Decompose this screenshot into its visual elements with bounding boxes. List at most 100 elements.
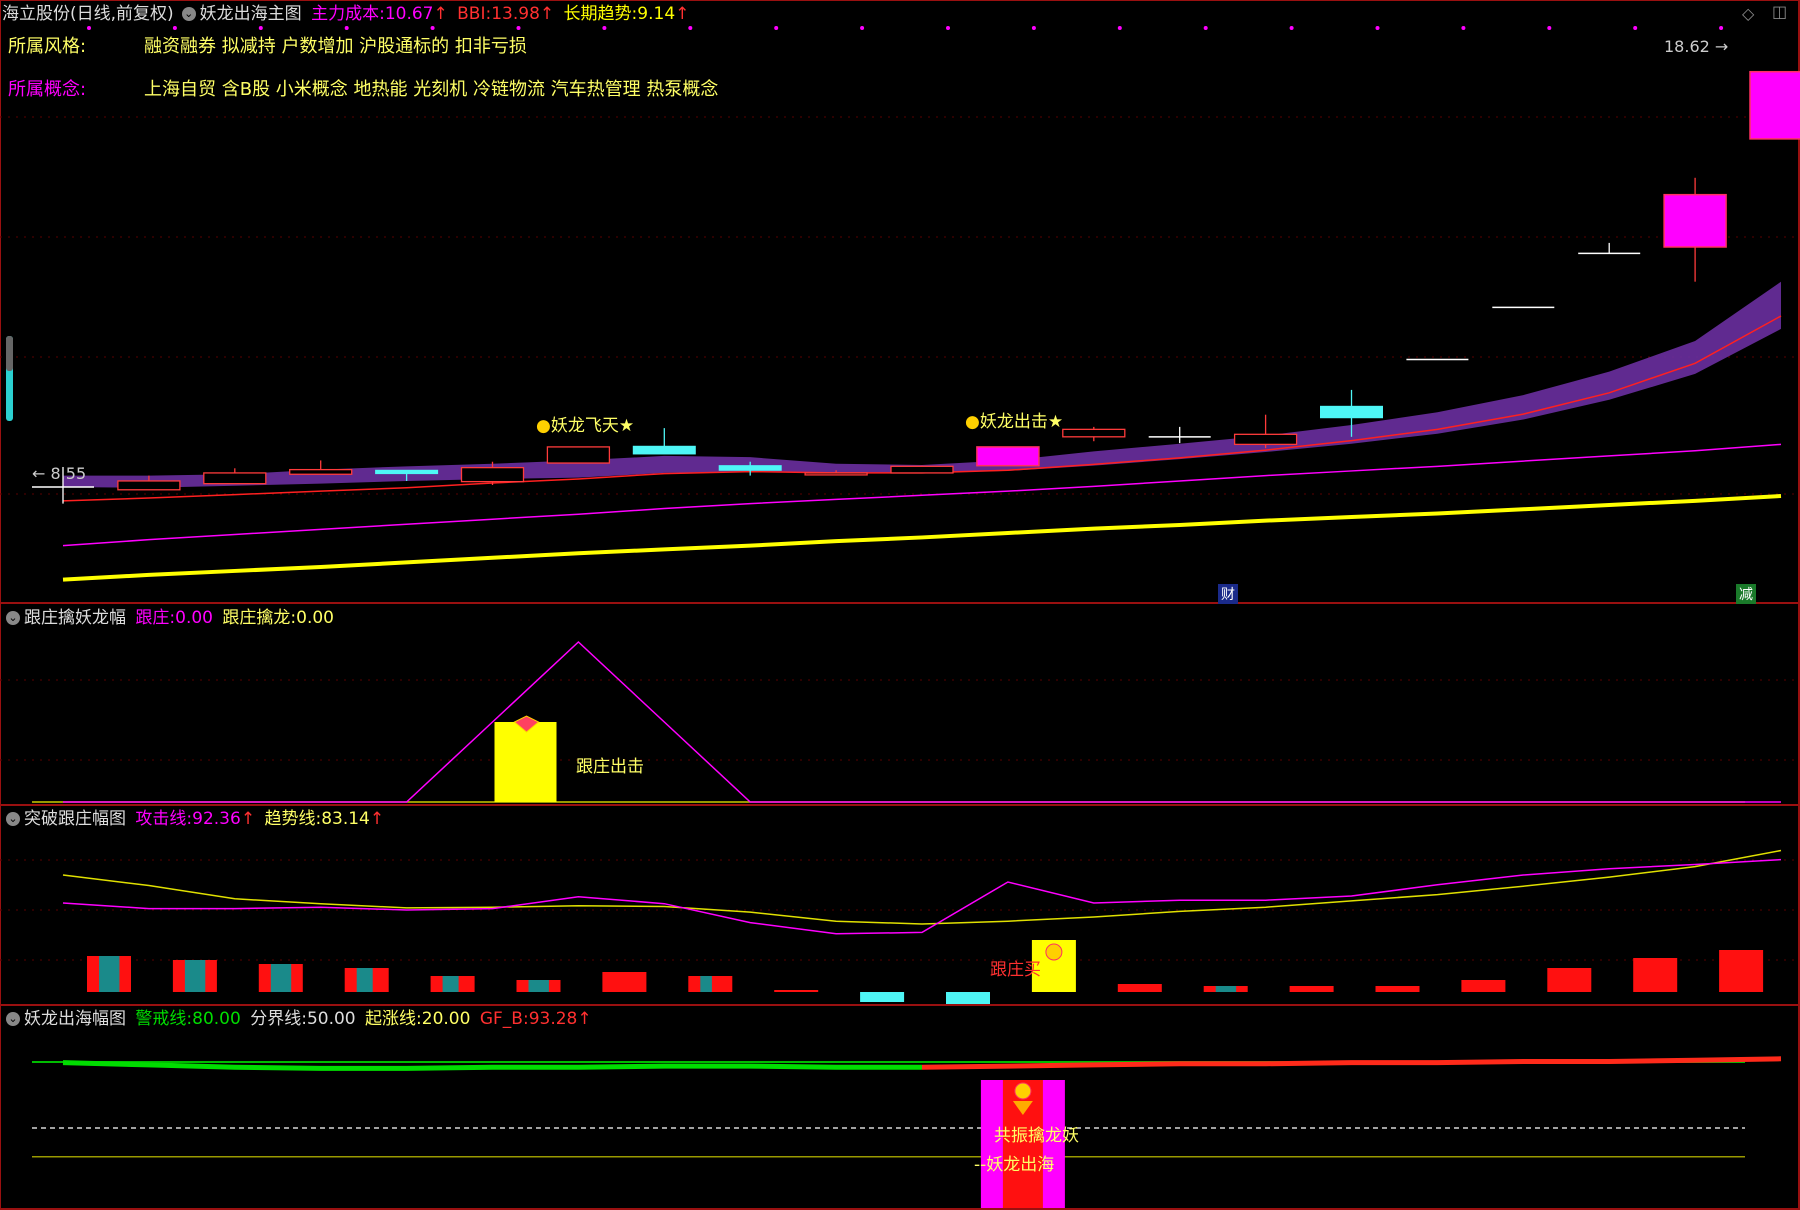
trend-value: 9.14 [637,4,676,24]
candle-body [117,480,181,491]
panel3-b-value: 83.14 [321,809,370,829]
candle-body [375,469,439,475]
top-marker-dot [1289,26,1294,30]
panel3-bar [1547,968,1592,992]
panel4-d-label: GF_B: [479,1009,529,1029]
concept-label: 所属概念: [8,79,87,100]
candle-body [632,445,696,455]
panel4-signal2-wrap: --妖龙出海 [974,1155,1055,1175]
candle-body [1062,428,1126,438]
money-bag-icon: ● [965,412,980,432]
panel3-header: ⌄ 突破跟庄幅图 攻击线:92.36↑ 趋势线:83.14↑ [2,809,388,829]
panel3-bar-inner [1215,986,1237,992]
low-price-label: ← 8.55 [32,464,87,483]
top-marker-dot [1375,26,1380,30]
top-marker-dot [602,26,607,30]
low-price-value: 8.55 [50,464,87,483]
candle-body [546,446,611,464]
panel4-a-label: 警戒线: [135,1009,193,1029]
panel3-bar-inner [700,976,712,992]
top-marker-dot [946,26,950,30]
panel2-signal: 跟庄出击 [576,757,644,777]
high-price-label: 18.62 → [1664,37,1729,56]
panel3-bar [946,992,990,1004]
candle-body [1749,70,1800,140]
gfb-line-green [62,1060,922,1071]
concept-value: 上海自贸 含B股 小米概念 地热能 光刻机 冷链物流 汽车热管理 热泵概念 [144,79,719,100]
up-arrow-icon: ↑ [240,809,256,829]
panel4-c-value: 20.00 [421,1009,471,1029]
ma-band [63,281,1781,488]
long-trend-line [62,493,1782,582]
top-marker-dot [516,26,521,30]
candle-body [890,465,954,474]
main-header: 海立股份(日线,前复权) ⌄ 妖龙出海主图 主力成本:10.67↑ BBI:13.9… [2,4,693,24]
candle-body [804,472,868,476]
panel4-header: ⌄ 妖龙出海幅图 警戒线:80.00 分界线:50.00 起涨线:20.00 GF… [2,1009,596,1029]
signal-flying-dragon-text: 妖龙飞天★ [550,416,635,436]
panel3-signal: 跟庄买 [990,960,1041,980]
panel2-a-label: 跟庄: [135,608,176,628]
money-bag-icon: ● [536,416,551,436]
candle-body [1320,405,1383,419]
panel3-bar [1461,980,1506,992]
indicator-name[interactable]: 妖龙出海主图 [200,4,302,24]
panel4-signal1: 共振擒龙妖 [994,1126,1079,1146]
panel3-bar [1117,984,1162,992]
top-marker-dot [1031,26,1036,30]
top-marker-dot [1117,26,1122,30]
volume-gauge-top [6,336,13,371]
finance-tag[interactable]: 财 [1218,584,1238,604]
top-marker-dot [258,26,263,30]
chevron-down-icon[interactable]: ⌄ [6,812,20,826]
stock-title[interactable]: 海立股份(日线,前复权) [2,4,174,24]
panel2-b-label: 跟庄擒龙: [222,608,297,628]
top-marker-dot [430,26,435,30]
panel3-bar [1633,958,1678,992]
panel3-title[interactable]: 突破跟庄幅图 [24,809,126,829]
top-marker-dot [1547,26,1552,30]
panel3-bar [774,990,819,992]
candle-body [203,472,267,485]
high-price-value: 18.62 [1664,37,1710,56]
bbi-value: 13.98 [491,4,540,24]
panel2-title[interactable]: 跟庄擒妖龙幅 [24,608,126,628]
chevron-down-icon[interactable]: ⌄ [181,7,196,21]
panel4-b-label: 分界线: [250,1009,307,1029]
chevron-down-icon[interactable]: ⌄ [6,611,20,625]
panel2-bar [494,722,557,802]
candle-body [1233,433,1298,446]
cost-label: 主力成本: [311,4,385,24]
up-arrow-icon: ↑ [433,4,448,24]
chevron-down-icon[interactable]: ⌄ [6,1012,20,1026]
main-price-plot [32,70,1800,582]
candle-body [460,466,525,483]
panel3-bar-inner [99,956,120,992]
panel2-plot [32,640,1781,803]
diamond-icon[interactable]: ◇ [1742,4,1754,23]
money-bag-icon [1045,943,1063,961]
top-marker-dot [688,26,693,30]
style-value: 融资融券 拟减持 户数增加 沪股通标的 扣非亏损 [144,36,527,57]
panel3-bar-inner [184,960,206,992]
reduce-tag[interactable]: 减 [1736,584,1756,604]
panel2-a-value: 0.00 [175,608,213,628]
top-marker-dot [1203,26,1208,30]
up-arrow-icon: ↑ [675,4,690,24]
top-marker-dot [1461,26,1466,30]
panel2-b-value: 0.00 [296,608,334,628]
panel3-bar-inner [528,980,549,992]
trend-label: 长期趋势: [563,4,638,24]
panel3-bar [1719,950,1764,992]
panel3-bar [602,972,647,992]
top-marker-dot [860,26,865,30]
panel4-title[interactable]: 妖龙出海幅图 [24,1009,126,1029]
style-label: 所属风格: [8,36,87,57]
top-marker-dot [1719,26,1724,30]
window-toggle-icon[interactable]: ◫ [1772,2,1787,21]
panel3-bar-inner [356,968,373,992]
panel3-a-label: 攻击线: [135,809,193,829]
money-bag-icon [1014,1082,1032,1100]
top-marker-dot [1633,26,1638,30]
panel3-bar [1375,986,1420,992]
